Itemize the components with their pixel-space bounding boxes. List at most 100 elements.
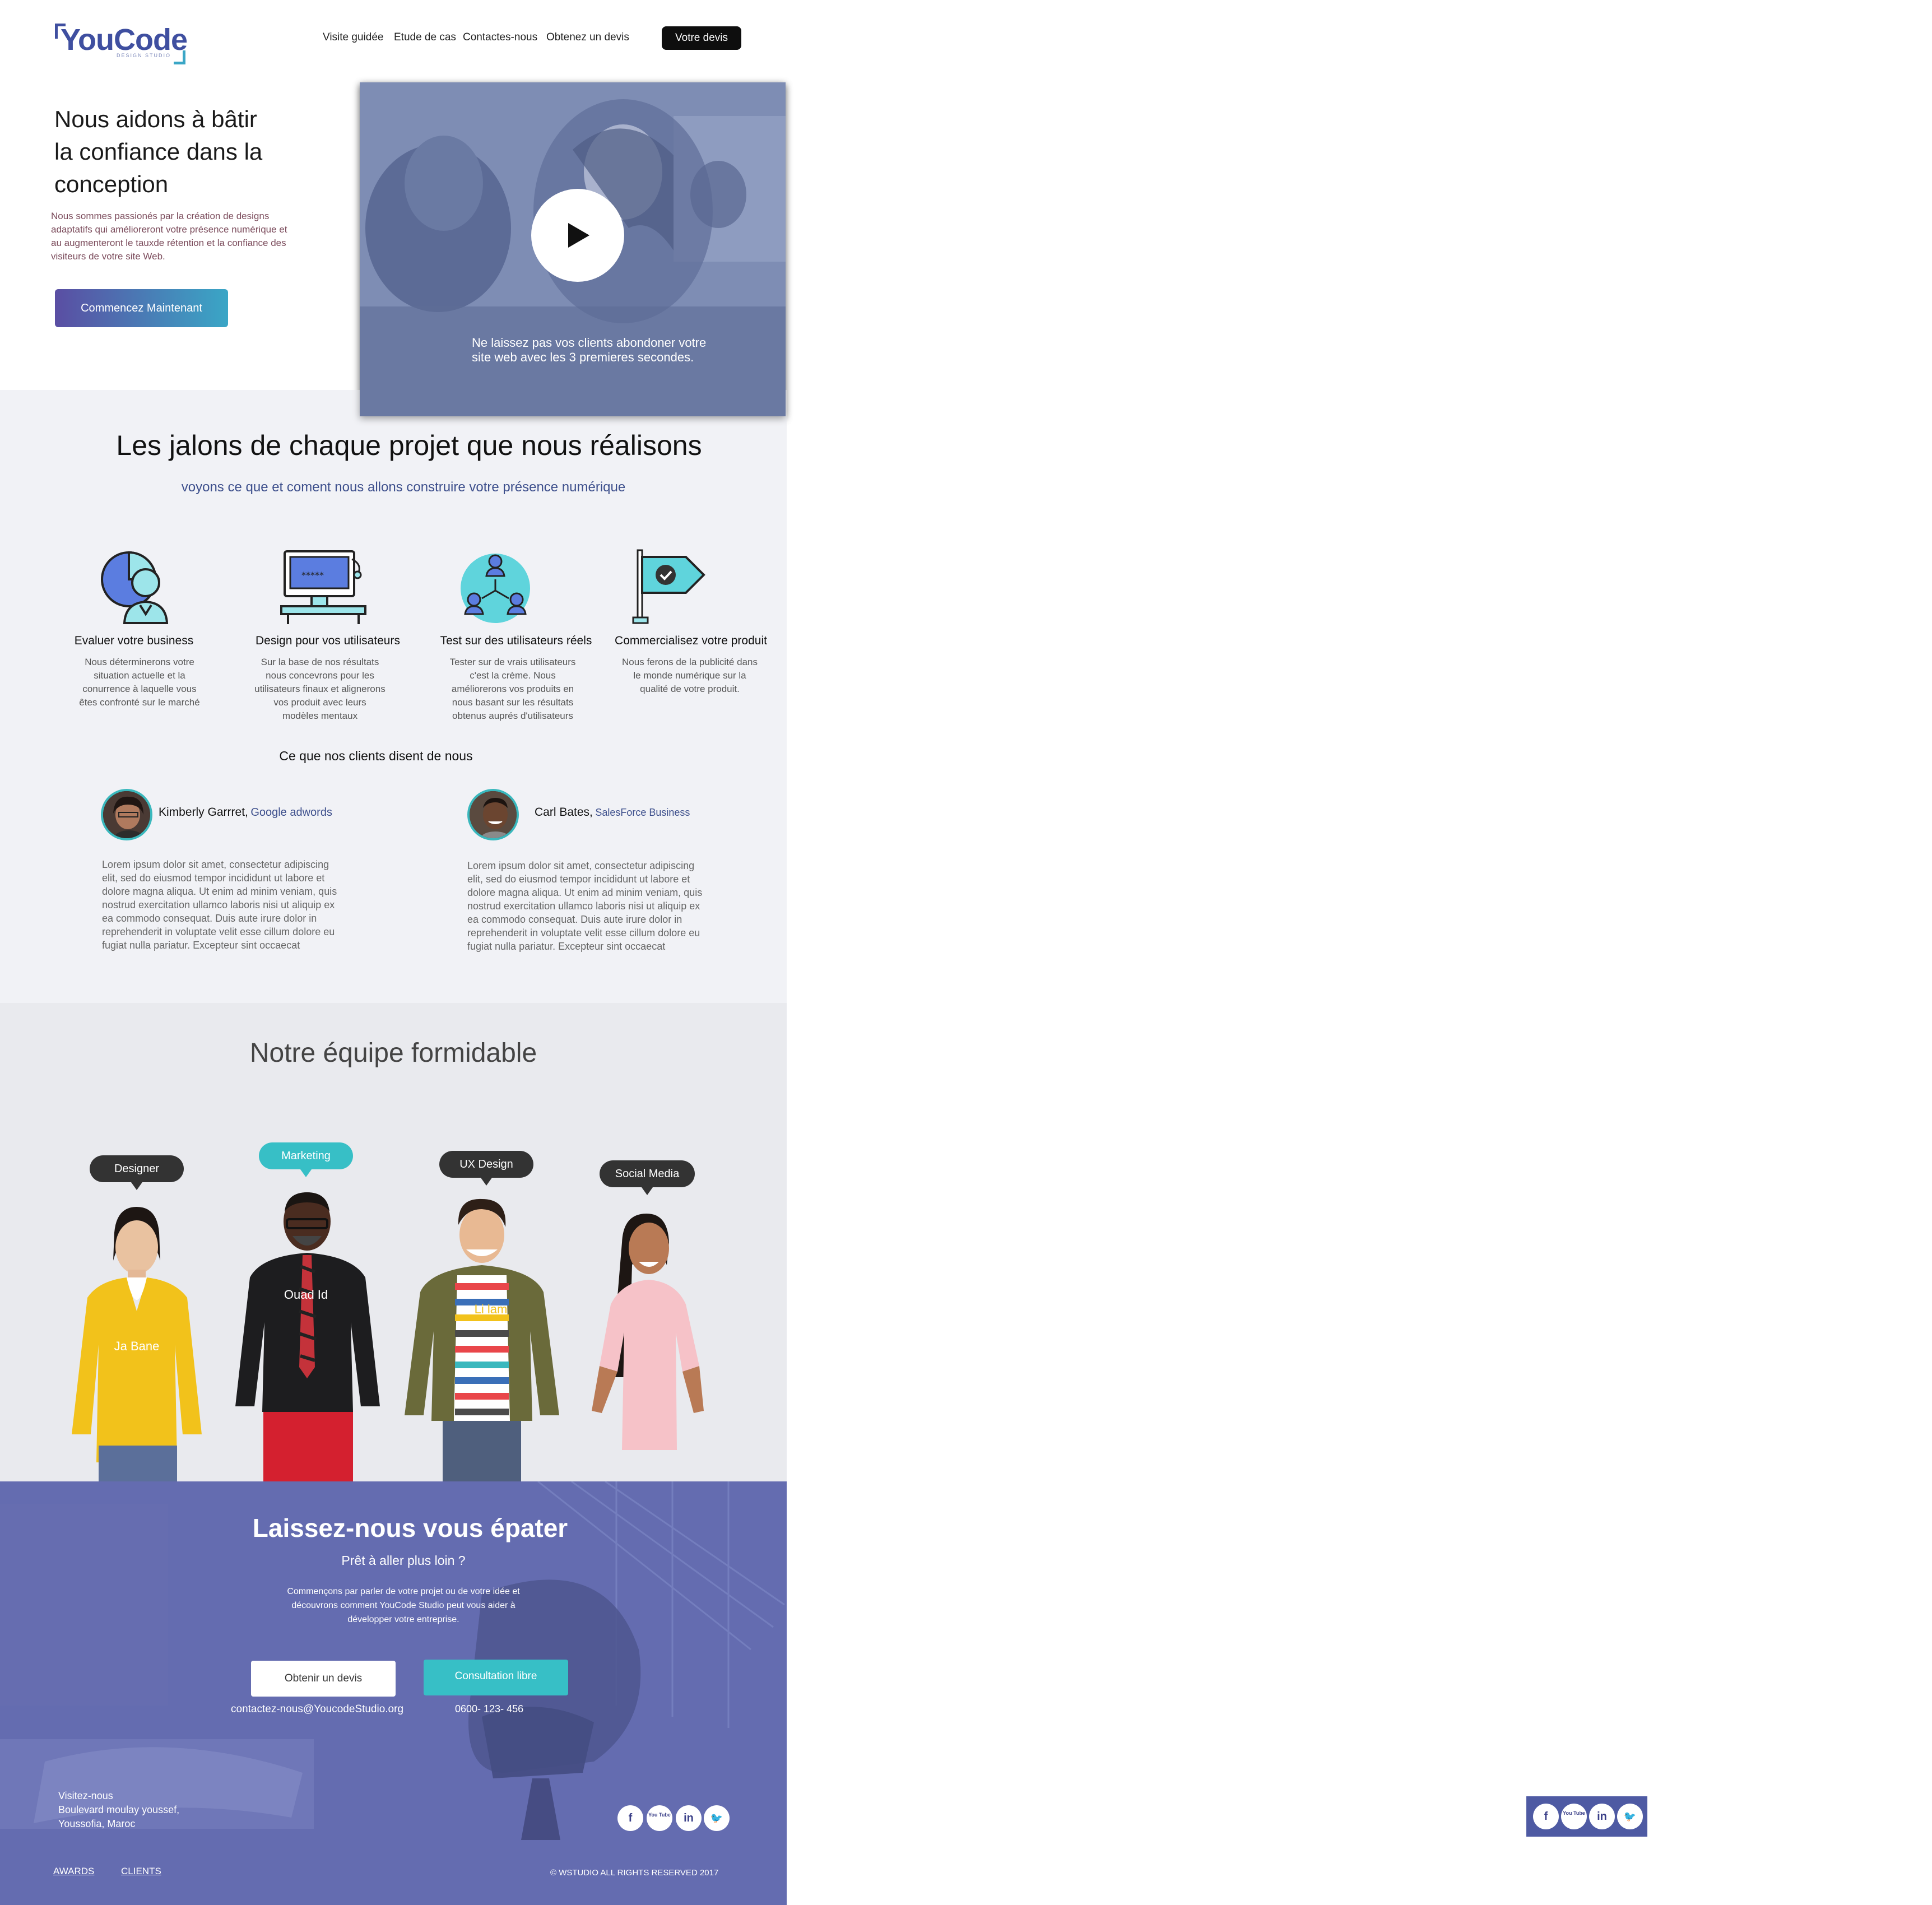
testimonial-body-line: ea commodo consequat. Duis aute irure do…: [102, 913, 317, 924]
feature-description-line: obtenus auprés d'utilisateurs: [452, 710, 573, 721]
address-block: Visitez-nous Boulevard moulay youssef, Y…: [58, 1789, 226, 1831]
hero-title: Nous aidons à bâtir la confiance dans la…: [54, 103, 290, 201]
testimonials-heading: Ce que nos clients disent de nous: [279, 749, 473, 763]
nav-obtenez-un-devis[interactable]: Obtenez un devis: [546, 31, 629, 44]
feature-description-line: conurrence à laquelle vous: [82, 684, 197, 694]
logo-tagline: DESIGN STUDIO: [117, 53, 171, 58]
cta-footer-description-line: découvrons comment YouCode Studio peut v…: [291, 1601, 515, 1610]
hero-title-line: Nous aidons à bâtir: [54, 106, 257, 132]
social-strip: f You Tube in 🐦: [1526, 1796, 1647, 1837]
avatar: [467, 789, 519, 840]
feature-description-line: êtes confronté sur le marché: [79, 697, 200, 708]
testimonial-body-line: Lorem ipsum dolor sit amet, consectetur …: [102, 859, 329, 870]
hero-description-line: visiteurs de votre site Web.: [51, 251, 165, 262]
hero-description-line: adaptatifs qui amélioreront votre présen…: [51, 224, 287, 235]
team-member-photo[interactable]: [233, 1182, 382, 1481]
testimonial-body-line: elit, sed do eiusmod tempor incididunt u…: [102, 872, 325, 884]
testimonial-author: Kimberly Garrret, Google adwords: [159, 806, 332, 819]
address-line: Boulevard moulay youssef,: [58, 1804, 180, 1815]
feature-description-line: qualité de votre produit.: [640, 684, 740, 694]
feature-title: Evaluer votre business: [74, 634, 194, 647]
feature-title: Design pour vos utilisateurs: [256, 634, 400, 647]
feature-title: Test sur des utilisateurs réels: [440, 634, 592, 647]
testimonial-body-line: elit, sed do eiusmod tempor incididunt u…: [467, 873, 690, 885]
feature-description: Tester sur de vrais utilisateurs c'est l…: [437, 656, 588, 723]
obtenir-un-devis-button[interactable]: Obtenir un devis: [251, 1661, 396, 1697]
contact-email-link[interactable]: contactez-nous@YoucodeStudio.org: [231, 1703, 416, 1716]
svg-text:*****: *****: [301, 570, 324, 580]
feature-description-line: Nous déterminerons votre: [85, 657, 194, 667]
desktop-workstation-icon: *****: [280, 550, 366, 624]
flag-check-icon: [632, 549, 705, 624]
contact-phone[interactable]: 0600- 123- 456: [455, 1703, 567, 1715]
team-member-name: Ouad Id: [284, 1288, 328, 1302]
testimonial-body-line: reprehenderit in voluptate velit esse ci…: [102, 926, 335, 937]
analytics-person-icon: [101, 551, 169, 624]
hero-video-overlap: Ne laissez pas vos clients abondoner vot…: [360, 82, 786, 416]
milestones-title: Les jalons de chaque projet que nous réa…: [116, 430, 702, 461]
hero-description: Nous sommes passionés par la création de…: [51, 210, 320, 263]
nav-visite-guidee[interactable]: Visite guidée: [323, 31, 383, 44]
consultation-libre-button[interactable]: Consultation libre: [424, 1660, 568, 1695]
address-line: Visitez-nous: [58, 1790, 113, 1801]
team-member-photo[interactable]: [577, 1209, 723, 1481]
feature-description-line: améliorerons vos produits en: [451, 684, 574, 694]
facebook-icon[interactable]: f: [617, 1805, 643, 1831]
feature-description-line: utilisateurs finaux et alignerons: [254, 684, 386, 694]
team-member-name: Ja Bane: [114, 1339, 160, 1353]
feature-title: Commercialisez votre produit: [615, 634, 767, 647]
feature-description-line: Sur la base de nos résultats: [261, 657, 379, 667]
cta-footer-subtitle: Prêt à aller plus loin ?: [341, 1553, 466, 1568]
commencez-maintenant-button[interactable]: Commencez Maintenant: [55, 289, 228, 327]
testimonial-company[interactable]: SalesForce Business: [595, 807, 690, 818]
avatar: [101, 789, 152, 840]
role-badge: Marketing: [259, 1142, 353, 1177]
testimonial-body-line: dolore magna aliqua. Ut enim ad minim ve…: [102, 886, 337, 897]
hero-title-line: la confiance dans la: [54, 138, 263, 165]
testimonial-body: Lorem ipsum dolor sit amet, consectetur …: [102, 858, 371, 952]
youtube-icon[interactable]: You Tube: [1561, 1804, 1587, 1829]
feature-description: Nous ferons de la publicité dans le mond…: [614, 656, 765, 696]
testimonial-body-line: Lorem ipsum dolor sit amet, consectetur …: [467, 860, 695, 871]
twitter-icon[interactable]: 🐦: [1617, 1804, 1643, 1829]
milestones-subtitle: voyons ce que et coment nous allons cons…: [181, 480, 626, 495]
testimonial-author: Carl Bates, SalesForce Business: [535, 806, 690, 819]
role-badge: Social Media: [600, 1160, 695, 1195]
youtube-icon[interactable]: You Tube: [647, 1805, 672, 1831]
testimonial-body-line: dolore magna aliqua. Ut enim ad minim ve…: [467, 887, 703, 898]
team-title: Notre équipe formidable: [249, 1038, 537, 1068]
footer-link-clients[interactable]: CLIENTS: [121, 1866, 161, 1877]
linkedin-icon[interactable]: in: [676, 1805, 702, 1831]
logo[interactable]: YouCode DESIGN STUDIO: [55, 22, 189, 64]
role-badge: Designer: [90, 1155, 184, 1190]
footer-link-awards[interactable]: AWARDS: [53, 1866, 94, 1877]
feature-description-line: le monde numérique sur la: [633, 670, 746, 681]
video-caption-line: site web avec les 3 premieres secondes.: [472, 350, 694, 364]
team-member-name: Li lam: [474, 1302, 508, 1316]
twitter-icon[interactable]: 🐦: [704, 1805, 730, 1831]
facebook-icon[interactable]: f: [1533, 1804, 1559, 1829]
feature-description-line: modèles mentaux: [282, 710, 358, 721]
user-network-icon: [461, 554, 530, 623]
votre-devis-button[interactable]: Votre devis: [662, 26, 741, 50]
cta-footer-description-line: Commençons par parler de votre projet ou…: [287, 1587, 520, 1596]
nav-contactes-nous[interactable]: Contactes-nous: [463, 31, 537, 44]
testimonial-company[interactable]: Google adwords: [250, 806, 332, 819]
testimonial-body-line: ea commodo consequat. Duis aute irure do…: [467, 914, 682, 925]
testimonial-body: Lorem ipsum dolor sit amet, consectetur …: [467, 859, 736, 953]
linkedin-icon[interactable]: in: [1589, 1804, 1615, 1829]
testimonial-body-line: fugiat nulla pariatur. Excepteur sint oc…: [102, 940, 300, 951]
testimonial-body-line: nostrud exercitation ullamco laboris nis…: [102, 899, 335, 910]
feature-description: Sur la base de nos résultats nous concev…: [244, 656, 396, 723]
team-member-photo[interactable]: [403, 1191, 560, 1481]
role-badge: UX Design: [439, 1151, 533, 1186]
hero-title-line: conception: [54, 171, 169, 197]
feature-description-line: Tester sur de vrais utilisateurs: [449, 657, 576, 667]
video-caption: Ne laissez pas vos clients abondoner vot…: [472, 336, 741, 365]
play-icon: [568, 223, 589, 248]
feature-description-line: nous basant sur les résultats: [452, 697, 574, 708]
feature-description-line: vos produit avec leurs: [273, 697, 366, 708]
nav-etude-de-cas[interactable]: Etude de cas: [394, 31, 456, 44]
feature-description: Nous déterminerons votre situation actue…: [64, 656, 215, 709]
cta-footer-description-line: développer votre entreprise.: [347, 1615, 459, 1624]
